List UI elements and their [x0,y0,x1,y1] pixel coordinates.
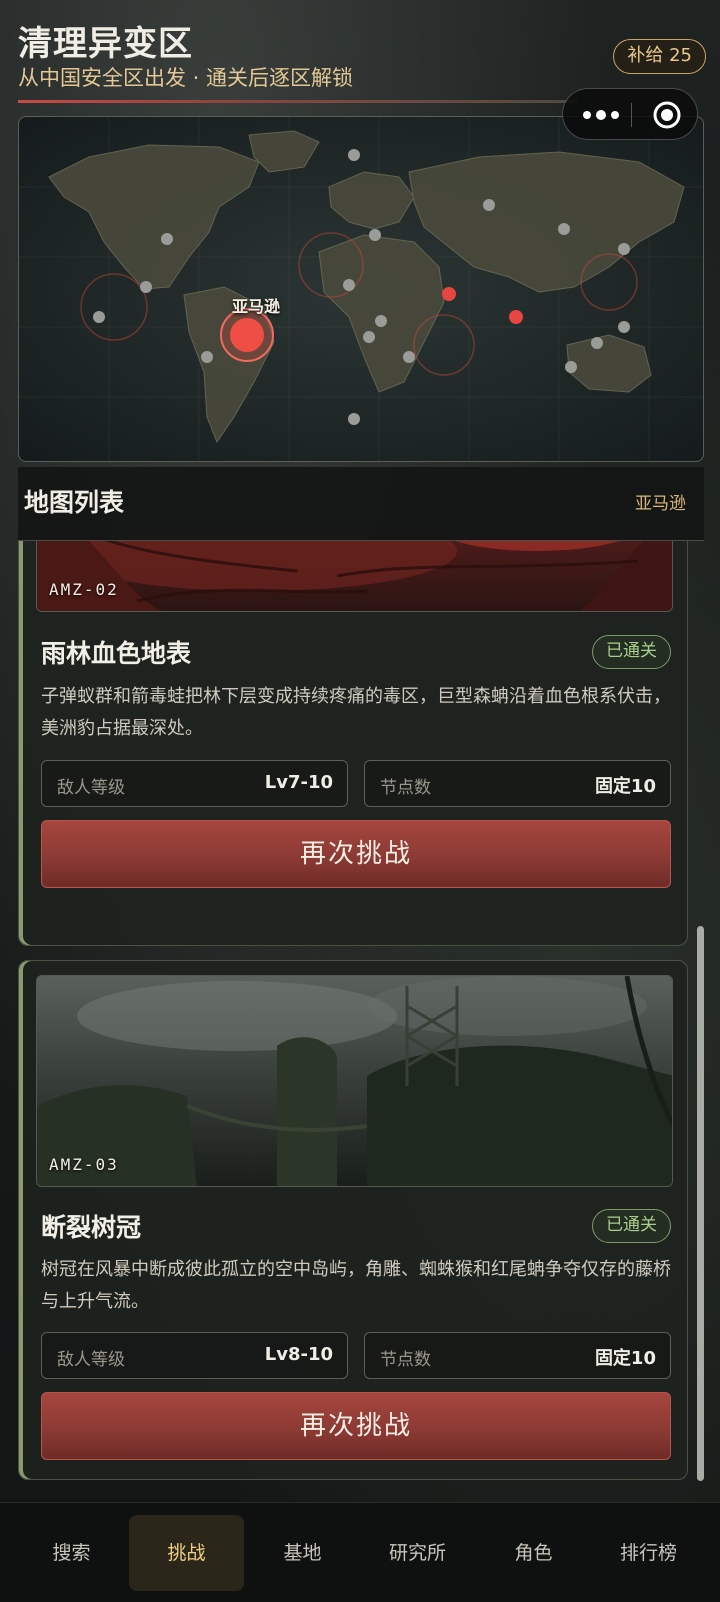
section-title: 地图列表 [24,488,125,517]
blood-rainforest-image [37,541,672,611]
nav-item-challenge[interactable]: 挑战 [129,1515,244,1591]
nav-item-leaderboard[interactable]: 排行榜 [591,1515,706,1591]
status-badge: 已通关 [592,635,671,669]
greenland-shape [248,130,320,173]
map-card-description: 子弹蚁群和箭毒蛙把林下层变成持续疼痛的毒区，巨型森蚺沿着血色根系伏击，美洲豹占据… [41,686,671,739]
map-card[interactable]: AMZ-03 断裂树冠 已通关 树冠在风暴中断成彼此孤立的空中岛屿，角雕、蜘蛛猴… [18,960,688,1480]
map-card-title: 雨林血色地表 [41,639,192,668]
close-target-icon[interactable] [652,100,682,130]
map-card[interactable]: AMZ-02 雨林血色地表 已通关 子弹蚁群和箭毒蛙把林下层变成持续疼痛的毒区，… [18,541,688,946]
world-map[interactable]: 亚马逊 [18,116,704,462]
node-count-label: 节点数 [380,1350,431,1370]
map-list[interactable]: AMZ-02 雨林血色地表 已通关 子弹蚁群和箭毒蛙把林下层变成持续疼痛的毒区，… [18,541,704,1486]
asia-shape [408,151,685,293]
enemy-level-stat: 敌人等级 Lv8-10 [41,1332,348,1379]
rechallenge-button[interactable]: 再次挑战 [41,820,671,888]
selected-region-label[interactable]: 亚马逊 [226,293,286,317]
enemy-level-stat: 敌人等级 Lv7-10 [41,760,348,807]
enemy-level-value: Lv8-10 [264,1344,333,1365]
bottom-nav: 搜索 挑战 基地 研究所 角色 排行榜 [0,1502,720,1602]
list-scrollbar[interactable] [697,926,704,1481]
map-card-image: AMZ-03 [36,975,673,1187]
node-count-value: 固定10 [594,776,656,797]
north-america-shape [48,144,260,290]
node-count-stat: 节点数 固定10 [364,760,671,807]
page-subtitle: 从中国安全区出发 · 通关后逐区解锁 [18,66,354,90]
map-card-title: 断裂树冠 [41,1213,142,1242]
broken-canopy-image [37,976,672,1186]
map-card-code: AMZ-02 [49,580,119,599]
page-title: 清理异变区 [18,24,193,64]
node-count-stat: 节点数 固定10 [364,1332,671,1379]
enemy-level-label: 敌人等级 [57,1350,125,1370]
miniprogram-capsule [562,88,698,140]
nav-item-base[interactable]: 基地 [245,1515,360,1591]
map-card-image: AMZ-02 [36,541,673,612]
nav-item-institute[interactable]: 研究所 [360,1515,475,1591]
enemy-level-value: Lv7-10 [264,772,333,793]
section-region-label: 亚马逊 [635,494,686,514]
map-card-code: AMZ-03 [49,1155,119,1174]
rechallenge-button[interactable]: 再次挑战 [41,1392,671,1460]
supply-badge: 补给 25 [613,39,706,74]
map-list-header: 地图列表 亚马逊 [18,467,704,541]
status-badge: 已通关 [592,1209,671,1243]
map-card-description: 树冠在风暴中断成彼此孤立的空中岛屿，角雕、蜘蛛猴和红尾蚺争夺仅存的藤桥与上升气流… [41,1259,671,1312]
world-map-graphic [19,117,703,461]
nav-item-search[interactable]: 搜索 [14,1515,129,1591]
enemy-level-label: 敌人等级 [57,778,125,798]
capsule-divider [631,103,632,127]
europe-shape [328,171,415,230]
more-icon[interactable] [581,105,621,125]
node-count-label: 节点数 [380,778,431,798]
nav-item-character[interactable]: 角色 [476,1515,591,1591]
australia-shape [566,334,652,393]
title-underline [18,100,578,103]
node-count-value: 固定10 [594,1348,656,1369]
